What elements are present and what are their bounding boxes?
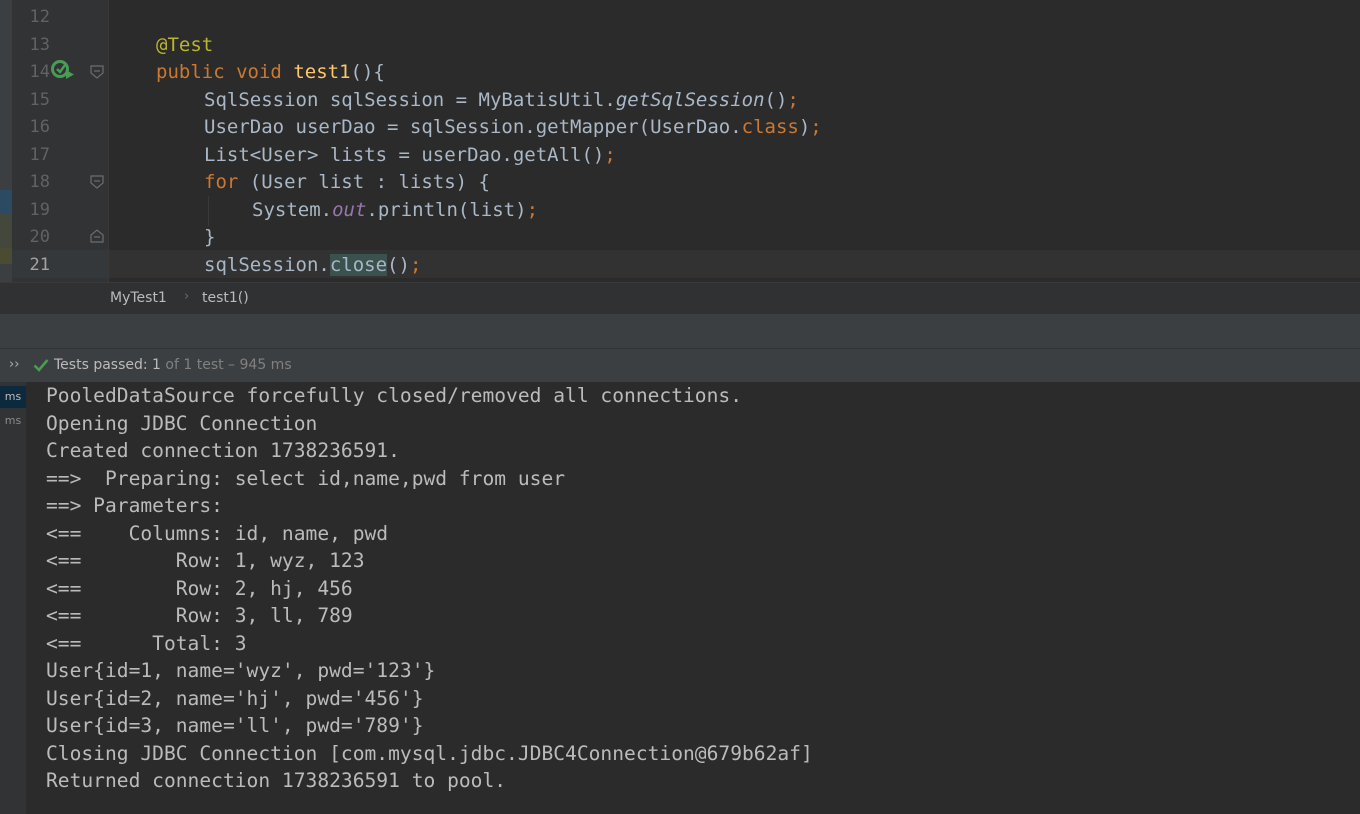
check-icon — [33, 358, 49, 376]
code-line-14[interactable]: public void test1(){ — [156, 60, 385, 84]
keyword-token: class — [741, 116, 799, 138]
code-token: .println(list) — [366, 199, 527, 221]
code-line-17[interactable]: List<User> lists = userDao.getAll(); — [204, 143, 616, 167]
code-line-21[interactable]: sqlSession.close(); — [204, 253, 421, 277]
line-number: 18 — [29, 172, 50, 192]
line-number-current: 21 — [29, 255, 50, 275]
console-tab-ms[interactable]: ms — [0, 386, 26, 408]
console-line: <== Columns: id, name, pwd — [46, 522, 389, 545]
method-name-token: test1 — [293, 61, 351, 83]
code-token: } — [204, 226, 216, 248]
status-summary: of 1 test – 945 ms — [160, 357, 292, 373]
code-token: System. — [252, 199, 333, 221]
console-line: User{id=3, name='ll', pwd='789'} — [46, 714, 424, 737]
console-line: User{id=1, name='wyz', pwd='123'} — [46, 659, 436, 682]
semicolon-token: ; — [787, 89, 799, 111]
code-token: ) — [798, 116, 811, 138]
code-token: (User list : lists) { — [238, 171, 490, 193]
line-number: 19 — [29, 200, 50, 220]
indent-guide — [108, 0, 109, 282]
semicolon-token: ; — [604, 144, 616, 166]
line-number: 12 — [29, 7, 50, 27]
console-line: <== Total: 3 — [46, 632, 247, 655]
breadcrumb: MyTest1 › test1() — [0, 282, 1360, 315]
console-line: Returned connection 1738236591 to pool. — [46, 769, 507, 792]
panel-splitter[interactable] — [0, 314, 1360, 348]
console-line: <== Row: 3, ll, 789 — [46, 604, 353, 627]
static-method-token: getSqlSession — [615, 89, 765, 111]
code-line-13[interactable]: @Test — [156, 33, 213, 57]
run-test-gutter-icon[interactable] — [50, 59, 76, 85]
change-marker — [0, 248, 12, 264]
line-number: 20 — [29, 227, 50, 247]
semicolon-token: ; — [526, 199, 539, 221]
line-number: 15 — [29, 90, 50, 110]
console-tab-ms[interactable]: ms — [0, 410, 26, 432]
console-output[interactable]: PooledDataSource forcefully closed/remov… — [26, 382, 1360, 814]
static-field-token: out — [332, 199, 367, 221]
line-number: 14 — [29, 62, 50, 82]
code-token: SqlSession sqlSession = MyBatisUtil. — [204, 89, 616, 111]
keyword-token: void — [236, 61, 282, 83]
editor-left-strip — [0, 0, 12, 282]
console-line: Created connection 1738236591. — [46, 439, 400, 462]
indent-guide — [208, 196, 209, 226]
keyword-token: public — [156, 61, 225, 83]
code-line-16[interactable]: UserDao userDao = sqlSession.getMapper(U… — [204, 115, 822, 139]
console-line: <== Row: 1, wyz, 123 — [46, 549, 365, 572]
highlighted-usage-token: close — [329, 254, 388, 276]
code-line-20[interactable]: } — [204, 225, 215, 249]
expand-toolbar-icon[interactable]: ›› — [9, 357, 19, 372]
breadcrumb-separator-icon: › — [184, 289, 190, 304]
fold-end-icon[interactable] — [90, 229, 104, 243]
keyword-token: for — [204, 171, 239, 193]
breadcrumb-method[interactable]: test1() — [202, 290, 249, 306]
code-line-18[interactable]: for (User list : lists) { — [204, 170, 490, 194]
console-line: Closing JDBC Connection [com.mysql.jdbc.… — [46, 742, 813, 765]
code-line-19[interactable]: System.out.println(list); — [252, 198, 538, 222]
fold-collapse-icon[interactable] — [90, 175, 104, 189]
code-token: () — [764, 89, 788, 111]
change-marker — [0, 214, 12, 248]
status-prefix: Tests passed: — [54, 357, 153, 373]
console-line: PooledDataSource forcefully closed/remov… — [46, 384, 742, 407]
line-number: 17 — [29, 145, 50, 165]
passed-count: 1 — [152, 357, 161, 373]
breadcrumb-class[interactable]: MyTest1 — [110, 290, 167, 306]
code-token: List<User> lists = userDao.getAll() — [204, 144, 605, 166]
code-line-15[interactable]: SqlSession sqlSession = MyBatisUtil.getS… — [204, 88, 799, 112]
change-marker — [0, 190, 12, 214]
semicolon-token: ; — [810, 116, 822, 138]
console-line: User{id=2, name='hj', pwd='456'} — [46, 687, 424, 710]
console-side-tabs: ms ms — [0, 382, 26, 814]
console-line: ==> Preparing: select id,name,pwd from u… — [46, 467, 566, 490]
line-number: 13 — [29, 35, 50, 55]
test-status-text: Tests passed: 1 of 1 test – 945 ms — [54, 357, 292, 373]
semicolon-token: ; — [409, 254, 422, 276]
test-status-bar: ›› Tests passed: 1 of 1 test – 945 ms — [0, 348, 1360, 383]
line-number: 16 — [29, 117, 50, 137]
code-token: sqlSession. — [204, 254, 330, 276]
code-token: () — [387, 254, 410, 276]
console-line: Opening JDBC Connection — [46, 412, 318, 435]
console-line: ==> Parameters: — [46, 494, 235, 517]
code-token: (){ — [350, 61, 385, 83]
console-line: <== Row: 2, hj, 456 — [46, 577, 353, 600]
annotation-token: @Test — [156, 34, 214, 56]
fold-collapse-icon[interactable] — [90, 65, 104, 79]
code-editor[interactable]: 12 13 14 15 16 17 18 19 20 21 @Test publ… — [0, 0, 1360, 282]
code-token: UserDao userDao = sqlSession.getMapper(U… — [204, 116, 742, 138]
